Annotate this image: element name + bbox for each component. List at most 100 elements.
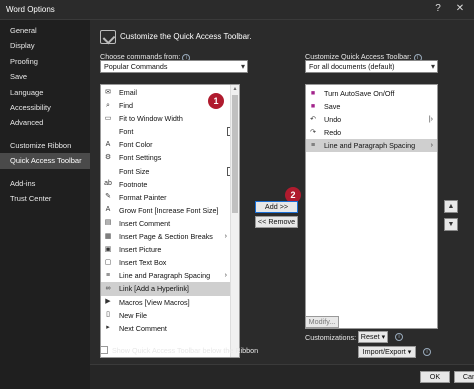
undo-icon: ↶	[310, 115, 316, 123]
import-export-button[interactable]: Import/Export ▾	[358, 346, 416, 358]
move-up-icon[interactable]: ▲	[444, 200, 458, 213]
list-item[interactable]: ▤ Insert Comment	[101, 217, 239, 230]
list-item-label: Font Settings	[119, 153, 162, 163]
list-item-label: Grow Font [Increase Font Size]	[119, 205, 219, 215]
new-file-icon: ▯	[106, 311, 110, 319]
list-item[interactable]: ▸ Next Comment	[101, 322, 239, 335]
sidebar-item-display[interactable]: Display	[0, 38, 90, 53]
toolbar-commands-list[interactable]: ■ Turn AutoSave On/Off ■ Save ↶ Undo |› ↷ Red…	[305, 84, 438, 329]
list-item-label: Insert Page & Section Breaks	[119, 232, 213, 242]
redo-icon: ↷	[310, 128, 316, 136]
list-item-label: Fit to Window Width	[119, 114, 183, 124]
footnote-icon: ab	[104, 180, 112, 188]
list-item[interactable]: ■ Save	[306, 100, 437, 113]
sidebar-item-language[interactable]: Language	[0, 85, 90, 100]
info-icon: i	[395, 333, 403, 341]
list-item[interactable]: ↶ Undo |›	[306, 113, 437, 126]
window-title: Word Options	[6, 5, 55, 14]
scroll-up-icon[interactable]: ▴	[231, 85, 239, 92]
choose-commands-dropdown[interactable]: Popular Commands	[100, 60, 248, 73]
show-below-ribbon-checkbox[interactable]	[100, 346, 108, 354]
list-item[interactable]: ▦ Insert Page & Section Breaks ›	[101, 230, 239, 243]
list-item[interactable]: ▢ Insert Text Box	[101, 256, 239, 269]
list-item-label: Line and Paragraph Spacing	[119, 271, 211, 281]
ok-button[interactable]: OK	[420, 371, 450, 383]
font-settings-icon: ⚙	[104, 153, 112, 161]
format-painter-icon: ✎	[105, 193, 111, 201]
sidebar-item-accessibility[interactable]: Accessibility	[0, 100, 90, 115]
list-item[interactable]: FontI	[101, 125, 239, 138]
sidebar-item-advanced[interactable]: Advanced	[0, 115, 90, 130]
show-below-ribbon-label: Show Quick Access Toolbar below the Ribb…	[112, 346, 259, 355]
remove-button[interactable]: << Remove	[255, 216, 298, 228]
customizations-label: Customizations:	[305, 333, 357, 342]
list-item-label: Turn AutoSave On/Off	[324, 89, 395, 98]
title-bar: Word Options ? ✕	[0, 0, 474, 20]
sidebar-item-save[interactable]: Save	[0, 69, 90, 84]
list-item-label: Insert Comment	[119, 218, 171, 228]
email-icon: ✉	[105, 88, 111, 96]
fit-window-icon: ▭	[104, 114, 112, 122]
dialog-button-bar: OK Cancel	[90, 364, 474, 389]
comment-icon: ▤	[104, 219, 112, 227]
list-item[interactable]: ≡ Line and Paragraph Spacing ›	[101, 269, 239, 282]
list-item[interactable]: ▣ Insert Picture	[101, 243, 239, 256]
list-item[interactable]: ↷ Redo	[306, 126, 437, 139]
font-icon	[104, 128, 112, 136]
submenu-arrow-icon: ›	[224, 233, 227, 241]
list-item-label: Redo	[324, 128, 342, 138]
commands-list[interactable]: ✉Email ⌕Find ▭Fit to Window Width FontI …	[100, 84, 240, 358]
sidebar-item-customize-ribbon[interactable]: Customize Ribbon	[0, 138, 90, 153]
submenu-arrow-icon: ›	[224, 272, 227, 280]
close-icon[interactable]: ✕	[452, 3, 468, 14]
save-icon: ■	[310, 102, 316, 110]
list-item[interactable]: ab Footnote	[101, 178, 239, 191]
font-size-icon	[104, 167, 112, 175]
list-item-label: Find	[119, 101, 133, 111]
list-item-label: Footnote	[119, 179, 148, 189]
sidebar-item-add-ins[interactable]: Add-ins	[0, 176, 90, 191]
sidebar-item-general[interactable]: General	[0, 23, 90, 38]
list-item-label: Insert Text Box	[119, 258, 167, 268]
move-down-icon[interactable]: ▼	[444, 218, 458, 231]
list-item-label: Line and Paragraph Spacing	[324, 141, 416, 151]
list-item[interactable]: ■ Turn AutoSave On/Off	[306, 87, 437, 100]
main-panel: Customize the Quick Access Toolbar. Choo…	[90, 20, 474, 389]
scroll-thumb[interactable]	[232, 95, 238, 213]
split-arrow-icon: |›	[428, 116, 433, 124]
modify-button[interactable]: Modify...	[305, 316, 339, 328]
font-color-icon: A	[105, 140, 111, 148]
help-icon[interactable]: ?	[430, 3, 446, 14]
next-comment-icon: ▸	[106, 324, 110, 332]
list-item[interactable]: A Font Color	[101, 138, 239, 151]
list-item-selected[interactable]: ≡ Line and Paragraph Spacing ›	[306, 139, 437, 153]
list-item[interactable]: Font SizeI	[101, 165, 239, 178]
list-item-label: New File	[119, 310, 147, 320]
sidebar-item-quick-access-toolbar[interactable]: Quick Access Toolbar	[0, 153, 90, 169]
commands-scrollbar[interactable]: ▴	[230, 85, 239, 357]
list-item[interactable]: A Grow Font [Increase Font Size]	[101, 204, 239, 217]
list-item[interactable]: ▯ New File	[101, 309, 239, 322]
reset-button[interactable]: Reset ▾	[358, 331, 388, 343]
cancel-button[interactable]: Cancel	[454, 371, 474, 383]
list-item-label: Font	[119, 127, 134, 137]
list-item-label: Link [Add a Hyperlink]	[119, 284, 189, 294]
line-spacing-icon: ≡	[310, 141, 316, 149]
hyperlink-icon: ∞	[105, 284, 111, 292]
list-item[interactable]: ▭ Fit to Window Width	[101, 112, 239, 125]
find-icon: ⌕	[106, 101, 110, 109]
sidebar-item-trust-center[interactable]: Trust Center	[0, 191, 90, 206]
list-item[interactable]: ⚙ Font Settings	[101, 151, 239, 164]
customize-toolbar-dropdown[interactable]: For all documents (default)	[305, 60, 438, 73]
list-item[interactable]: ▶ Macros [View Macros]	[101, 296, 239, 309]
customize-toolbar-icon	[100, 30, 116, 44]
list-item[interactable]: ✎ Format Painter	[101, 191, 239, 204]
list-item-label: Undo	[324, 115, 342, 125]
grow-font-icon: A	[105, 206, 111, 214]
add-button[interactable]: Add >>	[255, 201, 298, 213]
sidebar-item-proofing[interactable]: Proofing	[0, 54, 90, 69]
list-item-selected[interactable]: ∞ Link [Add a Hyperlink]	[101, 282, 239, 296]
sidebar: General Display Proofing Save Language A…	[0, 20, 90, 389]
list-item-label: Font Color	[119, 140, 153, 150]
list-item-label: Format Painter	[119, 192, 167, 202]
